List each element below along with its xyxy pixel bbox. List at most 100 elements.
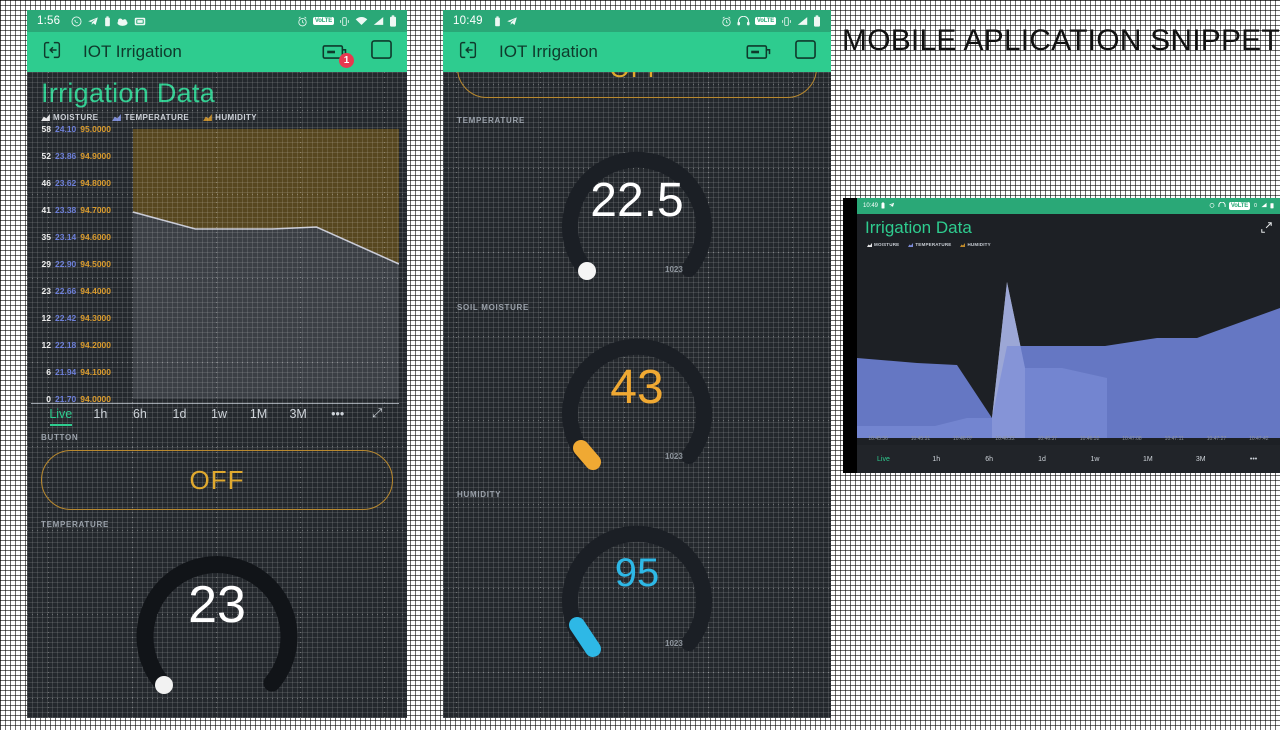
battery-icon (389, 15, 397, 27)
chart-y-tick: 0 21.70 94.0000 (35, 394, 111, 404)
irrigation-toggle-button[interactable]: OFF (457, 72, 817, 98)
chart-y-tick: 52 23.86 94.9000 (35, 151, 111, 161)
mini-chart-svg[interactable] (857, 250, 1280, 438)
legend-label: MOISTURE (53, 113, 99, 122)
screenshot-icon (134, 16, 146, 27)
timeseries-chart[interactable]: 58 24.10 95.0000 52 23.86 94.9000 46 23.62 94.80… (31, 124, 400, 404)
y-tick-moisture: 12 (41, 340, 51, 350)
time-range-6h[interactable]: 6h (120, 407, 160, 421)
mini-time-range-1w[interactable]: 1w (1069, 456, 1122, 463)
mini-status-clock: 10:49 (863, 203, 879, 209)
mini-x-tick: 10:45:36 (868, 436, 888, 442)
chart-legend: MOISTURE TEMPERATURE HUMIDITY (27, 111, 407, 124)
volte-icon: VoLTE (312, 17, 334, 25)
telegram-icon (888, 202, 895, 210)
dashboard-2: OFF TEMPERATURE 22.5 0 1023 SOIL MOISTUR… (443, 72, 831, 718)
time-range-selector[interactable]: Live 1h 6h 1d 1w 1M 3M ••• ⤢ (27, 404, 407, 426)
legend-item-humidity[interactable]: HUMIDITY (203, 113, 257, 122)
chart-y-tick: 29 22.90 94.5000 (35, 259, 111, 269)
signal-icon (797, 16, 808, 26)
y-tick-temperature: 23.86 (55, 151, 77, 161)
legend-area-icon (112, 114, 122, 121)
legend-label: HUMIDITY (215, 113, 258, 122)
mini-time-range-selector[interactable]: Live 1h 6h 1d 1w 1M 3M ••• (857, 445, 1280, 473)
chart-y-tick: 12 22.18 94.2000 (35, 340, 111, 350)
signal-icon (373, 16, 384, 26)
status-bar: 10:49 VoLTE (443, 10, 831, 32)
y-tick-temperature: 23.38 (55, 205, 77, 215)
humidity-gauge[interactable]: 95 0 1023 (443, 503, 831, 663)
legend-item-temperature[interactable]: TEMPERATURE (112, 113, 189, 122)
exit-app-icon[interactable] (41, 39, 63, 66)
mini-card-title: Irrigation Data (865, 218, 972, 237)
time-range-1M[interactable]: 1M (239, 407, 279, 421)
device-badge: 1 (339, 53, 354, 68)
time-range-more[interactable]: ••• (318, 407, 358, 421)
phone-screenshot-1: 1:56 VoLTE IOT Irrigation 1 Irrigation D… (27, 10, 407, 718)
legend-label: HUMIDITY (967, 242, 991, 247)
alarm-icon (297, 16, 308, 27)
legend-item-moisture[interactable]: MOISTURE (867, 242, 899, 247)
landscape-screenshot: 10:49 VoLTE Irrigation Data MOISTURE TEM… (843, 198, 1280, 473)
gauge-needle (155, 676, 173, 694)
legend-item-humidity[interactable]: HUMIDITY (960, 242, 991, 247)
chart-y-tick: 23 22.66 94.4000 (35, 286, 111, 296)
chart-y-tick: 35 23.14 94.6000 (35, 232, 111, 242)
humidity-section-label: HUMIDITY (457, 490, 502, 499)
soil-moisture-gauge[interactable]: 43 0 1023 (443, 316, 831, 476)
mini-time-range-6h[interactable]: 6h (963, 456, 1016, 463)
app-title: IOT Irrigation (83, 42, 182, 61)
headset-icon (1218, 201, 1226, 210)
alarm-icon (1209, 202, 1215, 210)
exit-app-icon[interactable] (457, 39, 479, 66)
mini-time-range-1h[interactable]: 1h (910, 456, 963, 463)
mini-chart-legend: MOISTURE TEMPERATURE HUMIDITY (867, 242, 991, 247)
dashboard-1: Irrigation Data MOISTURE TEMPERATURE HUM… (27, 72, 407, 718)
irrigation-toggle-button[interactable]: OFF (41, 450, 393, 510)
time-range-Live[interactable]: Live (41, 407, 81, 426)
legend-area-icon (203, 114, 213, 121)
temperature-gauge[interactable]: 23 (27, 533, 407, 694)
fullscreen-icon[interactable] (1261, 220, 1272, 238)
chart-y-tick: 58 24.10 95.0000 (35, 124, 111, 134)
mini-time-range-1M[interactable]: 1M (1121, 456, 1174, 463)
y-tick-moisture: 29 (41, 259, 51, 269)
page-canvas: 1:56 VoLTE IOT Irrigation 1 Irrigation D… (0, 0, 1280, 730)
headset-icon (737, 16, 750, 26)
mini-time-range-1d[interactable]: 1d (1016, 456, 1069, 463)
app-bar: IOT Irrigation 1 (27, 32, 407, 72)
time-range-more[interactable]: ⤢ (358, 406, 398, 421)
battery-saver-icon (494, 15, 501, 27)
legend-item-temperature[interactable]: TEMPERATURE (908, 242, 951, 247)
status-bar: 1:56 VoLTE (27, 10, 407, 32)
temperature-gauge[interactable]: 22.5 0 1023 (443, 129, 831, 289)
legend-item-moisture[interactable]: MOISTURE (41, 113, 98, 122)
mini-time-range-more[interactable]: ••• (1227, 456, 1280, 463)
legend-label: MOISTURE (874, 242, 900, 247)
mini-time-range-3M[interactable]: 3M (1174, 456, 1227, 463)
y-tick-humidity: 94.3000 (80, 313, 112, 323)
chart-y-tick: 12 22.42 94.3000 (35, 313, 111, 323)
mini-x-tick: 10:47:42 (1249, 436, 1269, 442)
window-icon[interactable] (370, 39, 393, 65)
chart-y-axis-labels: 58 24.10 95.0000 52 23.86 94.9000 46 23.62 94.80… (35, 124, 131, 404)
time-range-3M[interactable]: 3M (278, 407, 318, 421)
y-tick-humidity: 94.4000 (80, 286, 112, 296)
device-icon[interactable]: 1 (322, 43, 354, 68)
y-tick-moisture: 23 (41, 286, 51, 296)
time-range-1d[interactable]: 1d (160, 407, 200, 421)
whatsapp-icon (71, 16, 82, 27)
page-title: MOBILE APLICATION SNIPPETS (842, 24, 1280, 57)
time-range-1w[interactable]: 1w (199, 407, 239, 421)
mini-x-tick: 10:47:27 (1206, 436, 1227, 442)
y-tick-temperature: 22.90 (55, 259, 77, 269)
mini-x-tick: 10:47:11 (1164, 436, 1184, 442)
battery-icon (1270, 202, 1274, 211)
mini-time-range-Live[interactable]: Live (857, 456, 910, 463)
status-bar-clock: 10:49 (453, 15, 483, 27)
time-range-1h[interactable]: 1h (81, 407, 121, 421)
window-icon[interactable] (794, 39, 817, 65)
device-icon[interactable] (746, 43, 772, 61)
chart-plot-area (132, 124, 400, 404)
y-tick-humidity: 94.8000 (80, 178, 112, 188)
